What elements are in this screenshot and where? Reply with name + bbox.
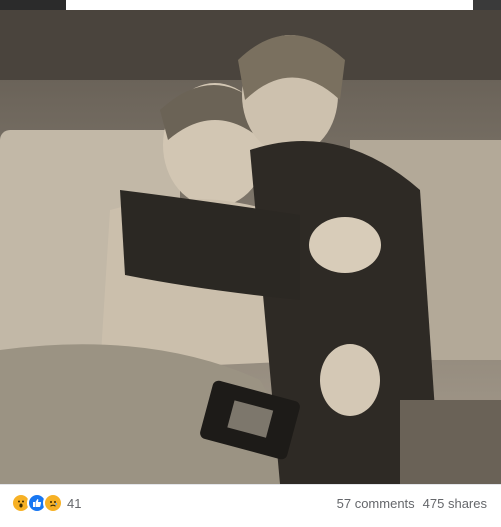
sad-icon: [43, 493, 63, 513]
post-footer: 41 57 comments 475 shares: [0, 484, 501, 527]
top-edge: [0, 0, 501, 10]
reactions-summary[interactable]: 41: [11, 493, 81, 513]
hand: [309, 217, 381, 273]
shares-count[interactable]: 475 shares: [423, 496, 487, 511]
reaction-count[interactable]: 41: [67, 496, 81, 511]
comments-count[interactable]: 57 comments: [337, 496, 415, 511]
post-photo[interactable]: [0, 0, 501, 484]
top-edge-left: [0, 0, 66, 10]
top-edge-right: [473, 0, 501, 10]
photo-sepia-scene: [0, 0, 501, 484]
engagement-counts: 57 comments 475 shares: [337, 493, 487, 513]
